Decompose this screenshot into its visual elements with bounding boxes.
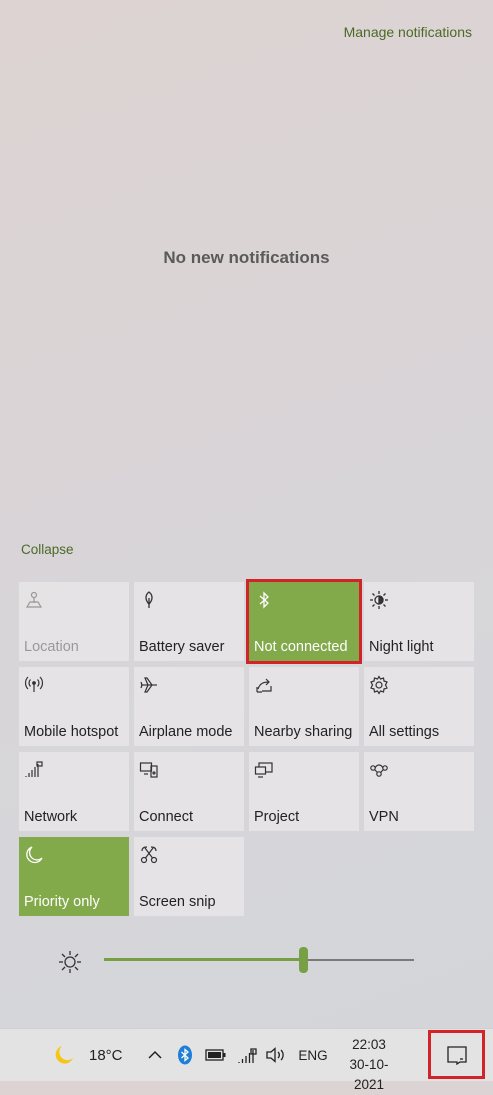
taskbar-clock[interactable]: 22:03 30-10-2021: [340, 1035, 398, 1095]
network-tray-button[interactable]: [236, 1029, 258, 1081]
screen-snip-icon: [139, 845, 161, 867]
tile-focus-assist[interactable]: Priority only: [19, 837, 129, 916]
brightness-control: [57, 946, 417, 976]
brightness-slider-thumb[interactable]: [299, 947, 309, 973]
bluetooth-tray-button[interactable]: [174, 1029, 196, 1081]
night-light-icon: [369, 590, 391, 612]
tile-label: Mobile hotspot: [24, 724, 119, 740]
tile-network[interactable]: Network: [19, 752, 129, 831]
tile-label: Connect: [139, 809, 194, 825]
chevron-up-icon: [147, 1047, 163, 1063]
vpn-icon: [369, 760, 391, 782]
no-notifications-text: No new notifications: [163, 248, 330, 267]
tile-all-settings[interactable]: All settings: [364, 667, 474, 746]
tile-label: Project: [254, 809, 300, 825]
location-icon: [24, 590, 46, 612]
tile-label: Night light: [369, 639, 434, 655]
connect-icon: [139, 760, 161, 782]
airplane-icon: [139, 675, 161, 697]
tile-vpn[interactable]: VPN: [364, 752, 474, 831]
tile-label: Network: [24, 809, 78, 825]
tile-label: Location: [24, 639, 79, 655]
tile-label: Battery saver: [139, 639, 225, 655]
tile-mobile-hotspot[interactable]: Mobile hotspot: [19, 667, 129, 746]
show-hidden-icons-button[interactable]: [144, 1029, 166, 1081]
tile-connect[interactable]: Connect: [134, 752, 244, 831]
weather-widget[interactable]: 18°C: [52, 1029, 132, 1081]
volume-tray-button[interactable]: [264, 1029, 288, 1081]
bluetooth-tray-icon: [177, 1045, 193, 1065]
mobile-hotspot-icon: [24, 675, 46, 697]
tile-label: Screen snip: [139, 894, 216, 910]
battery-saver-icon: [139, 590, 161, 612]
moon-icon: [24, 845, 46, 867]
moon-weather-icon: [52, 1043, 76, 1067]
tile-nearby-sharing[interactable]: Nearby sharing: [249, 667, 359, 746]
speaker-icon: [265, 1047, 287, 1063]
gear-icon: [369, 675, 391, 697]
collapse-link[interactable]: Collapse: [21, 542, 74, 557]
project-icon: [254, 760, 276, 782]
tile-label: Priority only: [24, 894, 100, 910]
input-language-indicator[interactable]: ENG: [296, 1029, 330, 1081]
sun-icon: [57, 949, 83, 975]
tile-label: Airplane mode: [139, 724, 233, 740]
nearby-sharing-icon: [254, 675, 276, 697]
battery-tray-button[interactable]: [204, 1029, 228, 1081]
clock-time: 22:03: [352, 1037, 386, 1052]
action-center-button[interactable]: [428, 1030, 485, 1079]
temperature-text: 18°C: [89, 1046, 123, 1064]
tile-night-light[interactable]: Night light: [364, 582, 474, 661]
tile-bluetooth[interactable]: Not connected: [246, 579, 362, 664]
tile-airplane-mode[interactable]: Airplane mode: [134, 667, 244, 746]
tile-label: Not connected: [254, 639, 348, 655]
tile-project[interactable]: Project: [249, 752, 359, 831]
manage-notifications-link[interactable]: Manage notifications: [344, 24, 472, 40]
tile-location[interactable]: Location: [19, 582, 129, 661]
tile-screen-snip[interactable]: Screen snip: [134, 837, 244, 916]
taskbar: 18°C ENG 22:03 30-10-2021: [0, 1028, 493, 1092]
tile-label: All settings: [369, 724, 440, 740]
tile-battery-saver[interactable]: Battery saver: [134, 582, 244, 661]
clock-date: 30-10-2021: [349, 1057, 389, 1092]
tile-label: VPN: [369, 809, 399, 825]
notification-icon: [446, 1045, 468, 1065]
network-icon: [24, 760, 46, 782]
bluetooth-icon: [254, 590, 276, 612]
battery-icon: [205, 1048, 227, 1062]
wifi-icon: [237, 1046, 257, 1064]
brightness-slider-fill: [104, 958, 304, 961]
tile-label: Nearby sharing: [254, 724, 353, 740]
